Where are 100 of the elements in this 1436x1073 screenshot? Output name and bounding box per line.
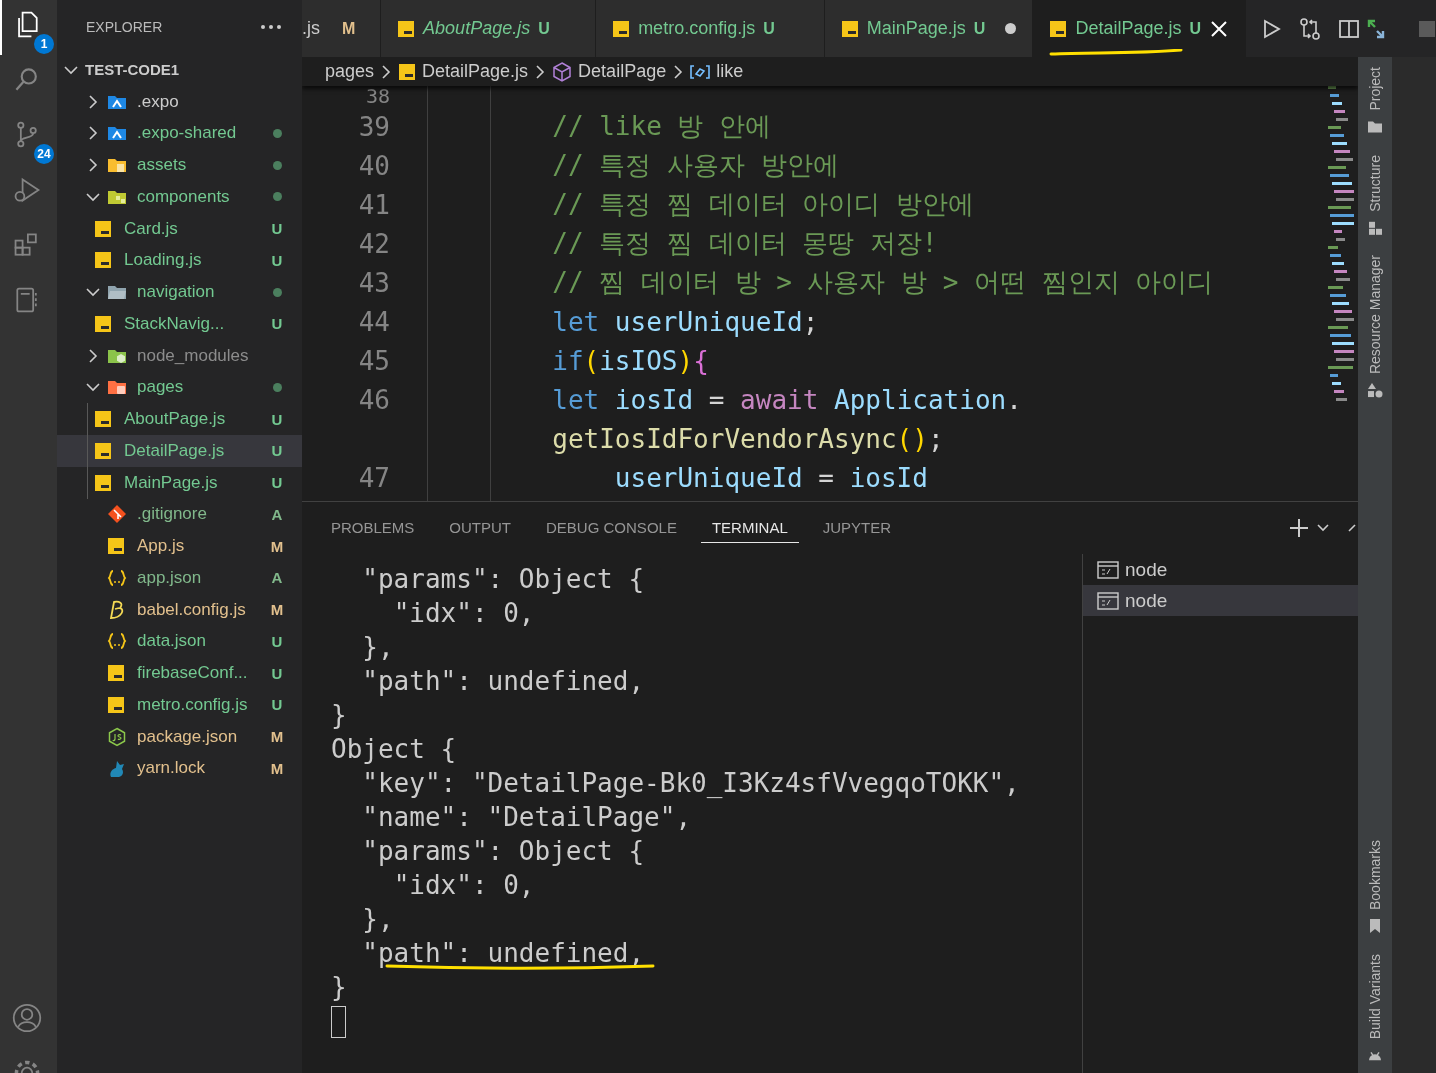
terminal-line: }: [331, 972, 347, 1002]
line-number: 43: [357, 267, 390, 298]
tool-window-button[interactable]: Resource Manager: [1358, 245, 1392, 409]
terminal-line: }: [331, 700, 347, 730]
more-icon[interactable]: [260, 24, 282, 30]
js-file-icon: [94, 314, 112, 333]
panel-tab[interactable]: TERMINAL: [700, 513, 799, 543]
tree-item[interactable]: firebaseConf... U: [57, 657, 302, 689]
split-editor-icon[interactable]: [1338, 17, 1360, 40]
tree-item[interactable]: StackNavig... U: [57, 308, 302, 340]
workspace-header[interactable]: TEST-CODE1: [57, 54, 302, 86]
panel-tab[interactable]: JUPYTER: [811, 513, 903, 543]
tree-item[interactable]: pages: [57, 371, 302, 404]
code-line: // 특정 사용자 방안에: [552, 149, 839, 182]
editor-tab[interactable]: AboutPage.js U: [381, 0, 597, 57]
js-file-icon: [107, 695, 125, 714]
tool-window-button[interactable]: Structure: [1358, 144, 1392, 246]
tree-item[interactable]: components: [57, 181, 302, 213]
panel-tab[interactable]: OUTPUT: [438, 513, 523, 543]
compare-icon[interactable]: [1298, 16, 1322, 41]
terminal-line: "params": Object {: [362, 836, 645, 866]
js-file-icon: [398, 62, 417, 81]
code-line: if(isIOS){: [552, 345, 709, 376]
terminal-item[interactable]: node: [1083, 554, 1358, 585]
editor-tab[interactable]: metro.config.js U: [596, 0, 825, 57]
account-icon[interactable]: [11, 1002, 42, 1033]
breadcrumb-item[interactable]: pages: [325, 61, 375, 82]
variable-icon: [690, 63, 711, 80]
tree-item[interactable]: data.json U: [57, 625, 302, 658]
code-line: let iosId = await Application.: [552, 384, 1022, 415]
tree-item[interactable]: node_modules: [57, 339, 302, 372]
terminal-icon: [1097, 590, 1119, 611]
terminal-line: "key": "DetailPage-Bk0_I3Kz4sfVvegqoTOKK",: [362, 768, 1020, 798]
terminal-line: "idx": 0,: [393, 598, 535, 628]
tree-item[interactable]: babel.config.js M: [57, 593, 302, 626]
tree-item[interactable]: package.json M: [57, 720, 302, 753]
chevron-right-icon: [380, 63, 393, 80]
line-number: 47: [357, 462, 390, 493]
js-file-icon: [107, 664, 125, 683]
plus-icon[interactable]: [1288, 517, 1310, 539]
code-line: // 찜 데이터 방 > 사용자 방 > 어떤 찜인지 아이디: [552, 266, 1214, 299]
terminal-cursor: [331, 1006, 346, 1038]
tree-item[interactable]: navigation: [57, 276, 302, 308]
editor-tab[interactable]: MainPage.js U: [824, 0, 1034, 57]
line-number: 44: [357, 306, 390, 337]
tree-item[interactable]: AboutPage.js U: [57, 403, 302, 435]
chevron-right-icon: [534, 63, 547, 80]
terminal-line: },: [362, 904, 394, 934]
tree-item[interactable]: .expo-shared: [57, 117, 302, 150]
breadcrumb-item[interactable]: DetailPage: [578, 61, 667, 82]
line-number: 40: [357, 150, 390, 181]
structure-icon: [1367, 219, 1383, 236]
terminal-line: "path": undefined,: [362, 938, 645, 968]
editor-tab[interactable]: .js M: [302, 0, 382, 57]
tree-item[interactable]: DetailPage.js U: [57, 435, 302, 467]
js-file-icon: [107, 537, 125, 556]
tree-item[interactable]: assets: [57, 149, 302, 181]
close-icon[interactable]: [1209, 18, 1229, 39]
sidebar-title: EXPLORER: [86, 19, 163, 35]
bookmark-icon: [1367, 917, 1383, 934]
tree-item[interactable]: MainPage.js U: [57, 466, 302, 499]
tool-window-button[interactable]: Bookmarks: [1358, 829, 1392, 944]
code-line: getIosIdForVendorAsync();: [552, 423, 944, 454]
shapes-icon: [1367, 382, 1383, 399]
sync-icon[interactable]: [1366, 17, 1386, 40]
tree-item[interactable]: App.js M: [57, 530, 302, 562]
line-number: 38: [364, 86, 390, 107]
breadcrumb-item[interactable]: like: [716, 61, 744, 82]
terminal-line: Object {: [331, 734, 457, 764]
editor-tab[interactable]: DetailPage.js U: [1033, 0, 1246, 57]
hexagon-icon: [107, 726, 127, 747]
tree-item[interactable]: .expo: [57, 85, 302, 118]
git-icon: [107, 504, 127, 525]
js-file-icon: [612, 19, 631, 38]
tree-item[interactable]: Card.js U: [57, 212, 302, 245]
code-line: userUniqueId = iosId: [614, 462, 928, 493]
chevron-right-icon: [672, 63, 685, 80]
tool-window-button[interactable]: Project: [1358, 57, 1392, 145]
terminal-line: "params": Object {: [362, 564, 645, 594]
code-line: // 특정 찜 데이터 몽땅 저장!: [552, 227, 938, 260]
terminal-item[interactable]: node: [1083, 585, 1358, 616]
tree-item[interactable]: yarn.lock M: [57, 752, 302, 785]
panel-tab[interactable]: DEBUG CONSOLE: [535, 513, 688, 543]
code-line: // like 방 안에: [552, 110, 772, 143]
breadcrumb-item[interactable]: DetailPage.js: [422, 61, 529, 82]
js-file-icon: [1049, 19, 1068, 38]
js-file-icon: [94, 219, 112, 238]
panel-tab[interactable]: PROBLEMS: [320, 513, 426, 543]
code-line: let userUniqueId;: [552, 306, 819, 337]
braces-icon: [107, 631, 127, 652]
tool-window-button[interactable]: Build Variants: [1358, 943, 1392, 1073]
tree-item[interactable]: .gitignore A: [57, 498, 302, 531]
tree-item[interactable]: app.json A: [57, 562, 302, 594]
line-number: 42: [357, 228, 390, 259]
js-file-icon: [397, 19, 416, 38]
tree-item[interactable]: metro.config.js U: [57, 689, 302, 721]
terminal-line: "path": undefined,: [362, 666, 645, 696]
js-file-icon: [94, 441, 112, 460]
count-badge: 1: [34, 34, 54, 54]
tree-item[interactable]: Loading.js U: [57, 244, 302, 277]
